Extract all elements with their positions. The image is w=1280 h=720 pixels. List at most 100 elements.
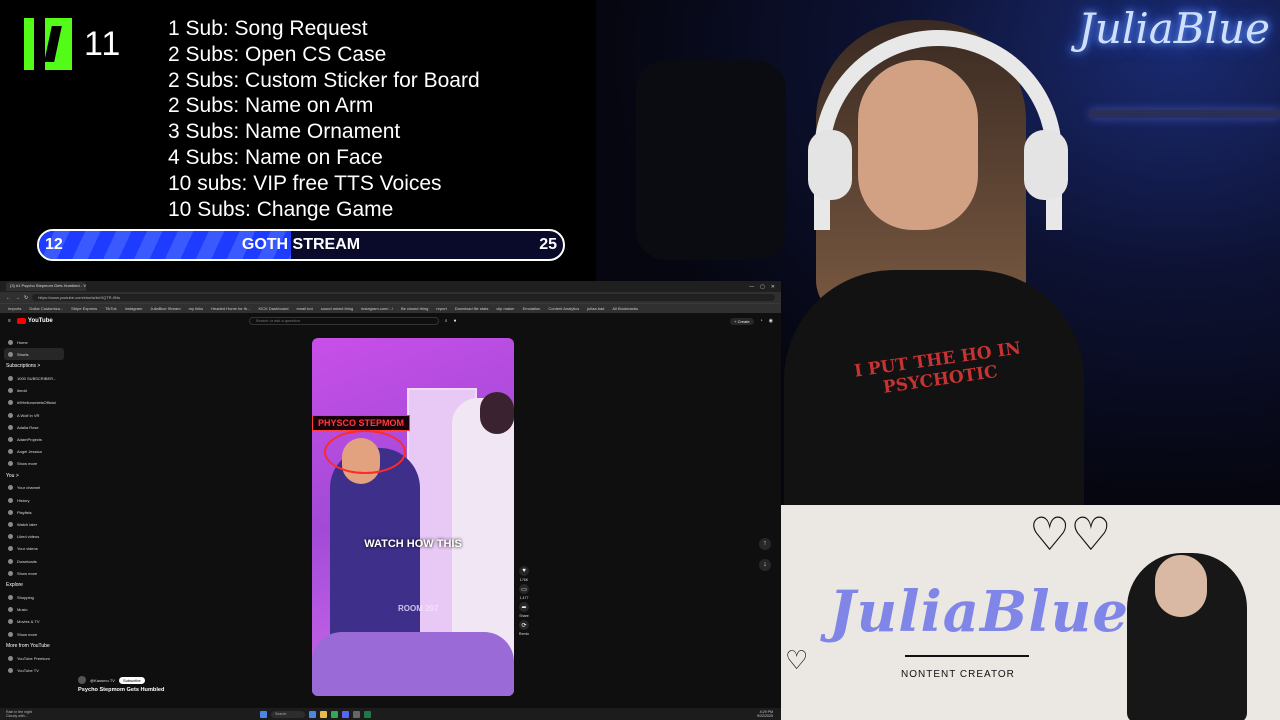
sidebar-section-heading[interactable]: Subscriptions > [0, 360, 70, 372]
sidebar-item[interactable]: Adalia Rose [0, 421, 70, 433]
sidebar-section-heading[interactable]: You > [0, 470, 70, 482]
illustrated-figure-head [1155, 555, 1207, 617]
sidebar-item[interactable]: Liked videos [0, 531, 70, 543]
bookmark-item[interactable]: Stripe Express [71, 306, 97, 311]
headphone-ear-cup [1024, 130, 1068, 200]
bookmark-item[interactable]: instagram.com/.../ [361, 306, 393, 311]
bookmark-item[interactable]: TikTok [105, 306, 116, 311]
remix-icon[interactable]: ⟳ [519, 620, 529, 630]
action-count: Remix [518, 632, 530, 636]
sub-goal-item: 2 Subs: Custom Sticker for Board [168, 68, 480, 92]
discord-icon[interactable] [342, 710, 349, 718]
forward-icon[interactable]: → [15, 295, 20, 301]
sidebar-item[interactable]: Angel Jessica [0, 446, 70, 458]
weather-widget[interactable]: Rain in the night Cloudy with... [0, 710, 120, 718]
sidebar-section-heading[interactable]: More from YouTube [0, 640, 70, 652]
sidebar-item[interactable]: 1000 SUBSCRIBER... [0, 372, 70, 384]
sidebar-item[interactable]: History [0, 494, 70, 506]
sub-goal-item: 2 Subs: Open CS Case [168, 42, 387, 66]
minimize-button[interactable]: — [749, 284, 754, 290]
sidebar-item-label: Show more [17, 461, 38, 467]
bookmark-item[interactable]: KICK Dashboard [258, 306, 288, 311]
bookmark-item[interactable]: JuliaBlue Stream [150, 306, 180, 311]
sidebar-item[interactable]: ibedd [0, 385, 70, 397]
sub-goal-item: 4 Subs: Name on Face [168, 145, 383, 169]
sub-goal-item: 10 subs: VIP free TTS Voices [168, 171, 442, 195]
bookmark-item[interactable]: clip maker [496, 306, 514, 311]
bookmark-item[interactable]: my links [189, 306, 203, 311]
sidebar-item[interactable]: Music [0, 604, 70, 616]
search-input[interactable]: Search or ask a question [248, 317, 439, 325]
back-icon[interactable]: ← [6, 295, 11, 301]
search-icon[interactable]: ⌕ [445, 318, 448, 324]
start-icon[interactable] [260, 710, 267, 718]
progress-target: 25 [539, 236, 557, 253]
shorts-icon [8, 351, 13, 357]
sidebar-item[interactable]: Your channel [0, 482, 70, 494]
sidebar-item-home[interactable]: Home [0, 336, 70, 348]
excel-icon[interactable] [364, 710, 371, 718]
sidebar-item[interactable]: Movies & TV [0, 616, 70, 628]
sidebar-item[interactable]: Watch later [0, 518, 70, 530]
youtube-product-icon [8, 655, 13, 661]
bookmark-item[interactable]: Download file stats [455, 306, 489, 311]
browser-icon[interactable] [331, 710, 338, 718]
bookmark-item[interactable]: Instagram [125, 306, 143, 311]
sidebar-item[interactable]: Show more [0, 567, 70, 579]
channel-avatar[interactable] [78, 676, 86, 684]
sidebar-item-label: Adalia Rose [17, 424, 39, 430]
previous-short-button[interactable]: ↑ [759, 538, 771, 550]
bookmark-item[interactable]: report [436, 306, 446, 311]
youtube-logo[interactable]: YouTube [16, 318, 53, 324]
sidebar-item[interactable]: #9HelloromieisOfficial [0, 397, 70, 409]
create-button[interactable]: + Create [730, 317, 754, 325]
sidebar-item-shorts[interactable]: Shorts [4, 348, 64, 361]
action-count: 176K [519, 578, 529, 582]
file-explorer-icon[interactable] [320, 710, 327, 718]
sidebar-item[interactable]: Playlists [0, 506, 70, 518]
taskbar-clock[interactable]: 4:29 PM 9/22/2025 [757, 710, 781, 718]
close-button[interactable]: ✕ [771, 284, 775, 290]
next-short-button[interactable]: ↓ [759, 559, 771, 571]
avatar[interactable]: ◉ [769, 318, 773, 324]
taskbar-search[interactable]: Search [271, 710, 305, 718]
bookmark-item[interactable]: All Bookmarks [612, 306, 638, 311]
bookmark-item[interactable]: Emulation [523, 306, 541, 311]
sidebar-item[interactable]: AdamProjects [0, 433, 70, 445]
sidebar-item[interactable]: YouTube Premium [0, 652, 70, 664]
sidebar-item[interactable]: Show more [0, 458, 70, 470]
bookmark-item[interactable]: Imports [8, 306, 21, 311]
short-video-player[interactable]: PHYSCO STEPMOM WATCH HOW THIS ROOM 207 [312, 338, 514, 696]
bookmark-item[interactable]: Dollar Customiza... [29, 306, 63, 311]
short-title: Psycho Stepmom Gets Humbled [78, 687, 165, 693]
channel-name[interactable]: @Kaosmo.TV [90, 678, 115, 683]
sidebar-item[interactable]: Your videos [0, 543, 70, 555]
browser-tab[interactable]: (3) #1 Psycho Stepmom Gets Humbled - You… [6, 282, 86, 291]
channel-avatar-icon [8, 388, 13, 394]
comment-icon[interactable]: ▭ [519, 584, 529, 594]
share-icon[interactable]: ➦ [519, 602, 529, 612]
maximize-button[interactable]: ▢ [760, 284, 765, 290]
url-field[interactable]: https://www.youtube.com/shorts/brtXQTR-9… [32, 294, 775, 301]
mic-icon[interactable]: ● [454, 318, 457, 324]
bookmark-item[interactable]: email bot [296, 306, 312, 311]
sidebar-item[interactable]: Show more [0, 628, 70, 640]
channel-avatar-icon [8, 449, 13, 455]
sidebar-item[interactable]: Downloads [0, 555, 70, 567]
sidebar-item[interactable]: Shopping [0, 591, 70, 603]
bookmark-item[interactable]: Be closed thing [401, 306, 428, 311]
reload-icon[interactable]: ↻ [24, 295, 28, 301]
menu-icon[interactable]: ≡ [8, 318, 11, 324]
sidebar-item[interactable]: YouTube TV [0, 664, 70, 676]
bookmark-item[interactable]: Content Analytics [548, 306, 579, 311]
notifications-icon[interactable]: ◔ [760, 318, 763, 324]
sidebar-section-heading[interactable]: Explore [0, 579, 70, 591]
subscribe-button[interactable]: Subscribe [118, 676, 145, 684]
like-icon[interactable]: ♥ [519, 566, 529, 576]
sidebar-item[interactable]: A Wolf in VR [0, 409, 70, 421]
bookmark-item[interactable]: sound mixed thing [321, 306, 353, 311]
obs-icon[interactable] [353, 710, 360, 718]
task-view-icon[interactable] [309, 710, 316, 718]
bookmark-item[interactable]: Headed Home for th... [211, 306, 250, 311]
bookmark-item[interactable]: juliaa.bad [587, 306, 604, 311]
